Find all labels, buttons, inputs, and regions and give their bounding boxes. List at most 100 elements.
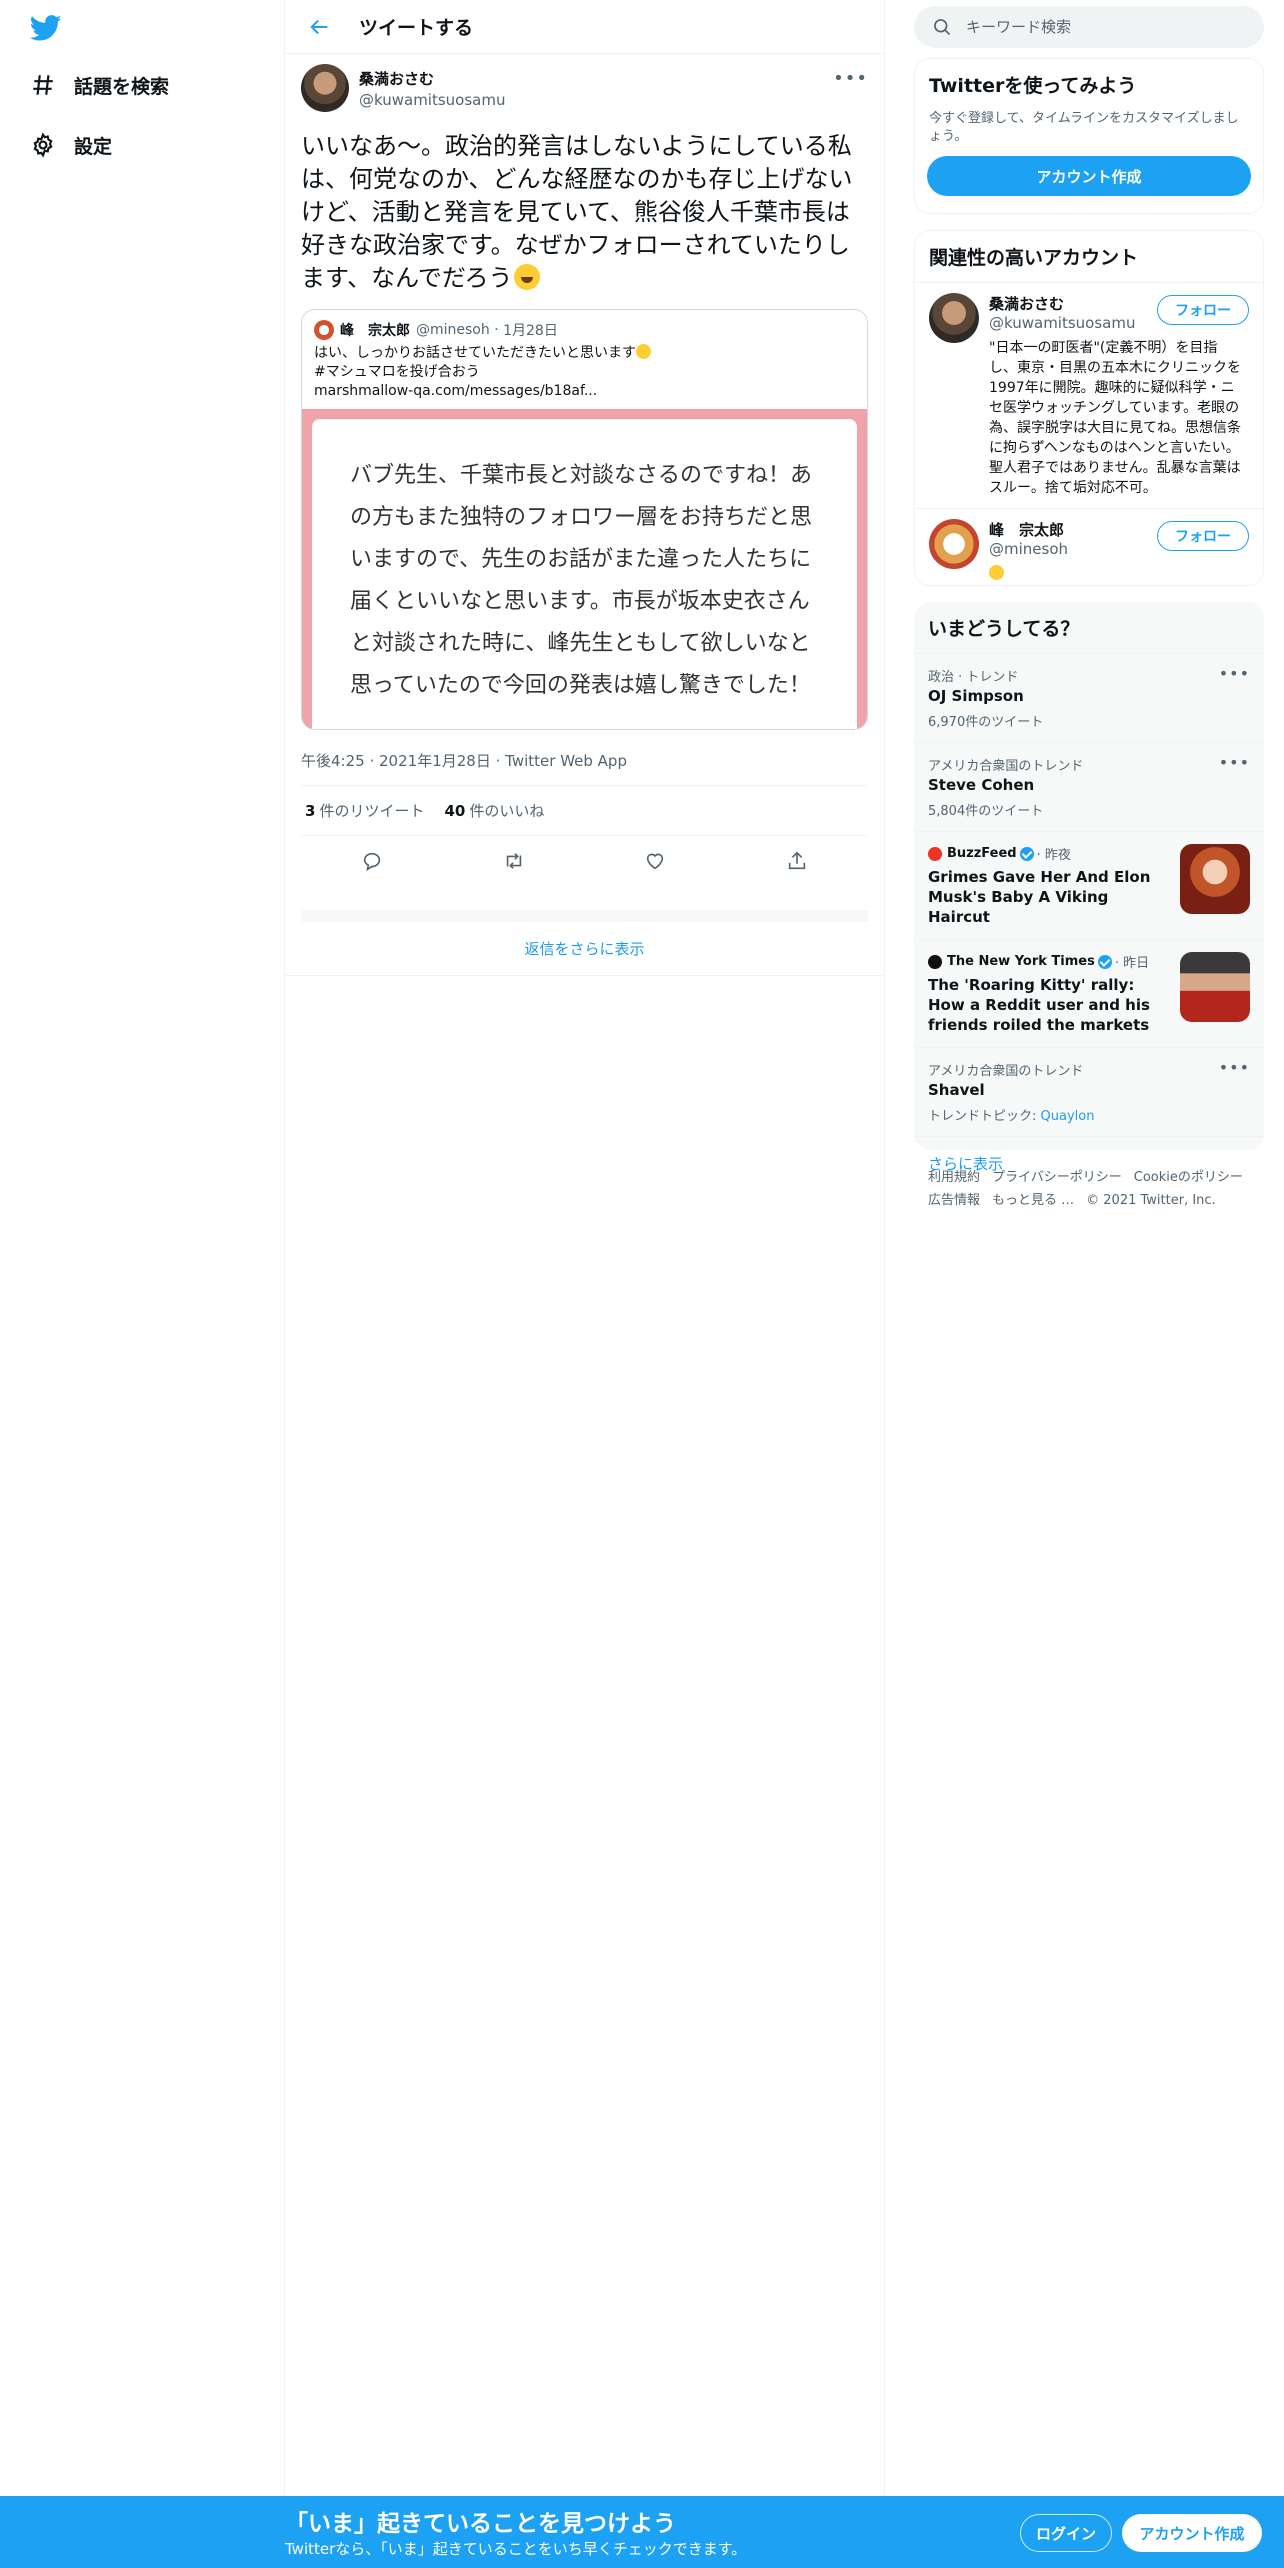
news-thumbnail bbox=[1180, 952, 1250, 1022]
show-more-replies-link[interactable]: 返信をさらに表示 bbox=[285, 922, 884, 976]
tweet-text: いいなあ〜。政治的発言はしないようにしている私は、何党なのか、どんな経歴なのかも… bbox=[301, 130, 869, 295]
signup-button[interactable]: アカウント作成 bbox=[1122, 2514, 1262, 2552]
footer-link-cookies[interactable]: Cookieのポリシー bbox=[1134, 1170, 1243, 1185]
quote-author-name: 峰 宗太郎 bbox=[340, 323, 410, 339]
news-source-name: The New York Times bbox=[947, 954, 1095, 969]
more-options-icon[interactable]: ••• bbox=[1219, 753, 1250, 772]
tweet-source[interactable]: Twitter Web App bbox=[505, 752, 627, 770]
trend-item[interactable]: 政治 · トレンド OJ Simpson 6,970件のツイート ••• bbox=[914, 653, 1264, 742]
separator-dot: · bbox=[495, 752, 506, 770]
author-handle[interactable]: @kuwamitsuosamu bbox=[359, 91, 505, 109]
footer-link-more[interactable]: もっと見る … bbox=[992, 1193, 1074, 1208]
search-input[interactable] bbox=[966, 18, 1226, 36]
author-name[interactable]: 桑満おさむ bbox=[359, 68, 505, 89]
news-thumbnail bbox=[1180, 844, 1250, 914]
related-title: 関連性の高いアカウント bbox=[929, 247, 1139, 269]
news-headline: Grimes Gave Her And Elon Musk's Baby A V… bbox=[928, 868, 1151, 926]
quote-line-2: #マシュマロを投げ合おう bbox=[314, 364, 480, 380]
trend-topic-link[interactable]: Quaylon bbox=[1041, 1109, 1095, 1124]
tweet-metadata: 午後4:25 · 2021年1月28日 · Twitter Web App bbox=[301, 736, 868, 786]
share-icon[interactable] bbox=[784, 848, 810, 874]
footer-copyright: © 2021 Twitter, Inc. bbox=[1086, 1193, 1216, 1208]
news-headline: The 'Roaring Kitty' rally: How a Reddit … bbox=[928, 976, 1150, 1034]
face-emoji-icon bbox=[989, 565, 1004, 580]
avatar[interactable] bbox=[929, 293, 979, 343]
grinning-face-emoji-icon bbox=[514, 264, 541, 290]
news-item[interactable]: BuzzFeed · 昨夜 Grimes Gave Her And Elon M… bbox=[914, 831, 1264, 939]
related-account[interactable]: 桑満おさむ @kuwamitsuosamu "日本一の町医者"(定義不明）を目指… bbox=[915, 282, 1263, 508]
related-accounts-box: 関連性の高いアカウント 桑満おさむ @kuwamitsuosamu "日本一の町… bbox=[914, 230, 1264, 586]
quote-link[interactable]: marshmallow-qa.com/messages/b18af... bbox=[314, 382, 855, 401]
like-label: 件のいいね bbox=[469, 802, 545, 820]
nav-explore[interactable]: 話題を検索 bbox=[28, 65, 169, 105]
footer-links: 利用規約 プライバシーポリシー Cookieのポリシー 広告情報 もっと見る … © 2… bbox=[928, 1166, 1258, 1212]
trend-topic: トレンドトピック: Quaylon bbox=[928, 1105, 1250, 1124]
quote-text: はい、しっかりお話させていただきたいと思います #マシュマロを投げ合おう mar… bbox=[314, 344, 855, 401]
twitter-logo-icon[interactable] bbox=[28, 12, 64, 44]
like-stat[interactable]: 40 件のいいね bbox=[444, 800, 544, 821]
separator-dot: · bbox=[369, 752, 380, 770]
verified-badge-icon bbox=[1019, 846, 1034, 861]
bottom-subline: Twitterなら、「いま」起きていることをいち早くチェックできます。 bbox=[285, 2540, 747, 2558]
tweet-body: いいなあ〜。政治的発言はしないようにしている私は、何党なのか、どんな経歴なのかも… bbox=[301, 132, 853, 292]
related-account[interactable]: 峰 宗太郎 @minesoh フォロー bbox=[915, 508, 1263, 594]
more-options-icon[interactable]: ••• bbox=[1219, 664, 1250, 683]
nav-explore-label: 話題を検索 bbox=[74, 75, 170, 98]
news-time: · 昨日 bbox=[1114, 956, 1150, 971]
account-bio bbox=[989, 564, 1245, 584]
tweet-actions bbox=[301, 836, 868, 922]
nav-settings-label: 設定 bbox=[74, 135, 113, 158]
trend-name: OJ Simpson bbox=[928, 687, 1024, 705]
search-box[interactable] bbox=[914, 6, 1264, 48]
face-emoji-icon bbox=[636, 344, 651, 359]
quote-author-handle: @minesoh bbox=[416, 322, 490, 338]
page-title: ツイートする bbox=[359, 17, 474, 39]
trend-context: アメリカ合衆国のトレンド bbox=[928, 1064, 1084, 1079]
trend-context: アメリカ合衆国のトレンド bbox=[928, 759, 1084, 774]
retweet-icon[interactable] bbox=[501, 848, 527, 874]
main-column: ツイートする 桑満おさむ @kuwamitsuosamu ••• いいなあ〜。政… bbox=[285, 0, 885, 2496]
trend-item[interactable]: アメリカ合衆国のトレンド Steve Cohen 5,804件のツイート ••• bbox=[914, 742, 1264, 831]
signup-description: 今すぐ登録して、タイムラインをカスタマイズしましょう。 bbox=[929, 111, 1239, 144]
retweet-stat[interactable]: 3 件のリツイート bbox=[305, 800, 424, 821]
footer-link-privacy[interactable]: プライバシーポリシー bbox=[992, 1170, 1122, 1185]
nytimes-logo-icon bbox=[928, 954, 942, 969]
news-item[interactable]: The New York Times · 昨日 The 'Roaring Kit… bbox=[914, 939, 1264, 1047]
retweet-count: 3 bbox=[305, 802, 316, 820]
news-source: The New York Times · 昨日 bbox=[928, 952, 1170, 971]
trend-name: Shavel bbox=[928, 1081, 985, 1099]
trend-count: 5,804件のツイート bbox=[928, 804, 1044, 819]
avatar[interactable] bbox=[929, 519, 979, 569]
quoted-tweet[interactable]: 峰 宗太郎 @minesoh · 1月28日 はい、しっかりお話させていただきた… bbox=[301, 309, 868, 730]
like-heart-icon[interactable] bbox=[642, 848, 668, 874]
tweet-time[interactable]: 午後4:25 bbox=[301, 752, 365, 770]
more-options-icon[interactable]: ••• bbox=[1219, 1058, 1250, 1077]
left-navigation: 話題を検索 設定 bbox=[0, 0, 285, 2496]
quote-line-1: はい、しっかりお話させていただきたいと思います bbox=[314, 345, 636, 361]
trend-context: 政治 · トレンド bbox=[928, 670, 1019, 685]
nav-settings[interactable]: 設定 bbox=[28, 125, 112, 165]
signup-title: Twitterを使ってみよう bbox=[929, 75, 1137, 97]
page-header: ツイートする bbox=[285, 0, 884, 54]
retweet-label: 件のリツイート bbox=[319, 802, 425, 820]
trend-item[interactable]: アメリカ合衆国のトレンド Shavel トレンドトピック: Quaylon ••… bbox=[914, 1047, 1264, 1136]
follow-button[interactable]: フォロー bbox=[1157, 521, 1249, 551]
news-source: BuzzFeed · 昨夜 bbox=[928, 844, 1170, 863]
trend-name: Steve Cohen bbox=[928, 776, 1035, 794]
gear-icon bbox=[28, 130, 58, 160]
verified-badge-icon bbox=[1097, 954, 1112, 969]
reply-icon[interactable] bbox=[359, 848, 385, 874]
trend-topic-label: トレンドトピック: bbox=[928, 1109, 1037, 1124]
tweet-date[interactable]: 2021年1月28日 bbox=[379, 752, 491, 770]
footer-link-ads[interactable]: 広告情報 bbox=[928, 1193, 980, 1208]
avatar[interactable] bbox=[301, 64, 349, 112]
back-arrow-icon[interactable] bbox=[305, 12, 335, 42]
footer-link-terms[interactable]: 利用規約 bbox=[928, 1170, 980, 1185]
more-options-icon[interactable]: ••• bbox=[833, 68, 868, 89]
login-button[interactable]: ログイン bbox=[1020, 2514, 1112, 2552]
create-account-button[interactable]: アカウント作成 bbox=[927, 156, 1251, 196]
follow-button[interactable]: フォロー bbox=[1157, 295, 1249, 325]
quote-image[interactable]: バブ先生、千葉市長と対談なさるのですね！あの方もまた独特のフォロワー層をお持ちだ… bbox=[302, 409, 867, 729]
trends-title: いまどうしてる？ bbox=[928, 618, 1080, 640]
trend-count: 6,970件のツイート bbox=[928, 715, 1044, 730]
